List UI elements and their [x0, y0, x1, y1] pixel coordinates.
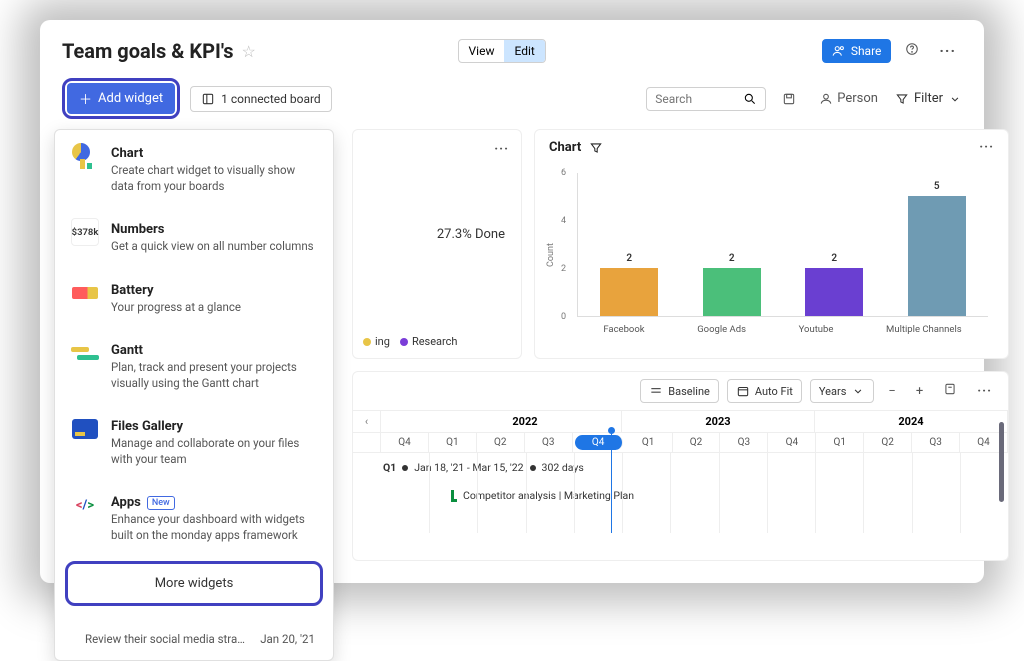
quarter-cell[interactable]: Q2: [673, 433, 721, 452]
board-icon: [201, 92, 215, 106]
gantt-more-icon[interactable]: ···: [971, 380, 998, 403]
widget-option-apps[interactable]: </> Apps New Enhance your dashboard with…: [55, 479, 333, 555]
share-button[interactable]: Share: [822, 39, 892, 63]
people-icon: [832, 44, 846, 58]
person-filter[interactable]: Person: [812, 86, 885, 111]
gantt-widget-card: Baseline Auto Fit Years − + ···: [352, 371, 1009, 561]
zoom-out-icon[interactable]: −: [882, 380, 901, 403]
widget-option-gantt[interactable]: Gantt Plan, track and present your proje…: [55, 327, 333, 403]
filter-dropdown[interactable]: Filter: [895, 91, 962, 106]
gantt-summary-row: Q1 Jan 18, '21 - Mar 15, '22 302 days: [383, 461, 584, 474]
quarter-cell[interactable]: Q1: [816, 433, 864, 452]
autofit-icon: [736, 384, 750, 398]
files-icon: [72, 419, 98, 439]
battery-icon: [72, 287, 98, 299]
quarter-cell[interactable]: Q2: [864, 433, 912, 452]
gantt-collapse-toggle[interactable]: ‹: [353, 411, 381, 432]
toolbar: ＋ Add widget 1 connected board Person Fi…: [62, 78, 962, 119]
quarter-cell[interactable]: Q3: [720, 433, 768, 452]
today-marker: [611, 429, 612, 533]
card-options-icon[interactable]: ···: [494, 142, 509, 157]
card-options-icon[interactable]: ···: [979, 140, 994, 155]
chart-icon: [72, 143, 98, 169]
chevron-down-icon: [851, 384, 865, 398]
numbers-icon: $378k: [71, 218, 99, 246]
gantt-toolbar: Baseline Auto Fit Years − + ···: [353, 372, 1008, 411]
funnel-icon: [895, 92, 909, 106]
bar-chart-plot: Count 2225 FacebookGoogle AdsYoutubeMult…: [549, 165, 994, 335]
vertical-scrollbar[interactable]: [999, 422, 1004, 502]
chart-card-title: Chart: [549, 140, 581, 155]
autofit-button[interactable]: Auto Fit: [727, 379, 802, 403]
gantt-task-row[interactable]: Competitor analysis | Marketing Plan: [451, 489, 634, 502]
header: Team goals & KPI's ☆ View Edit Share ···: [62, 38, 962, 64]
funnel-icon[interactable]: [589, 141, 603, 155]
chart-widget-card: Chart ··· Count 2225 FacebookGoogle AdsY…: [534, 129, 1009, 359]
help-icon[interactable]: [899, 38, 925, 64]
quarter-cell[interactable]: Q1: [625, 433, 673, 452]
chevron-down-icon: [948, 92, 962, 106]
new-badge: New: [147, 496, 175, 510]
quarter-cell[interactable]: Q4: [768, 433, 816, 452]
bar-youtube[interactable]: 2: [789, 253, 879, 316]
baseline-button[interactable]: Baseline: [640, 379, 719, 403]
more-options-icon[interactable]: ···: [933, 38, 962, 64]
add-widget-highlight: ＋ Add widget: [62, 78, 180, 119]
widget-option-numbers[interactable]: $378k Numbers Get a quick view on all nu…: [55, 206, 333, 267]
add-widget-button[interactable]: ＋ Add widget: [67, 83, 175, 114]
quarter-cell[interactable]: Q3: [912, 433, 960, 452]
search-input-wrap[interactable]: [646, 87, 766, 111]
quarter-cell[interactable]: Q4: [575, 435, 623, 450]
quarter-cell[interactable]: Q3: [525, 433, 573, 452]
apps-icon: </>: [71, 491, 99, 519]
widget-option-chart[interactable]: Chart Create chart widget to visually sh…: [55, 130, 333, 206]
quarter-cell[interactable]: Q2: [477, 433, 525, 452]
connected-boards-pill[interactable]: 1 connected board: [190, 86, 332, 112]
quarter-cell[interactable]: Q1: [429, 433, 477, 452]
widget-option-battery[interactable]: Battery Your progress at a glance: [55, 267, 333, 328]
page-title: Team goals & KPI's: [62, 39, 233, 63]
widget-option-files[interactable]: Files Gallery Manage and collaborate on …: [55, 403, 333, 479]
view-mode-btn[interactable]: View: [459, 40, 505, 62]
range-select[interactable]: Years: [810, 379, 874, 403]
add-widget-dropdown: Chart Create chart widget to visually sh…: [54, 129, 334, 661]
bar-google-ads[interactable]: 2: [687, 253, 777, 316]
task-done-icon: [451, 490, 457, 502]
plus-icon: ＋: [79, 89, 92, 108]
pie-legend: ing Research: [363, 335, 457, 348]
save-view-icon[interactable]: [776, 88, 802, 110]
gantt-icon: [71, 347, 99, 360]
done-percent: 27.3% Done: [365, 227, 509, 242]
quarter-cell[interactable]: Q4: [381, 433, 429, 452]
progress-widget-card: ··· 27.3% Done ing Research: [352, 129, 522, 359]
bar-facebook[interactable]: 2: [584, 253, 674, 316]
edit-mode-btn[interactable]: Edit: [504, 40, 544, 62]
baseline-icon: [649, 384, 663, 398]
export-icon[interactable]: [937, 378, 963, 404]
zoom-in-icon[interactable]: +: [910, 380, 929, 403]
search-input[interactable]: [655, 92, 743, 106]
view-edit-toggle[interactable]: View Edit: [458, 39, 546, 63]
bar-multiple-channels[interactable]: 5: [892, 181, 982, 316]
search-icon: [743, 92, 757, 106]
person-icon: [819, 92, 833, 106]
review-task-line: Review their social media stra… Jan 20, …: [55, 632, 333, 650]
favorite-star-icon[interactable]: ☆: [241, 42, 255, 61]
more-widgets-button[interactable]: More widgets: [65, 561, 323, 606]
